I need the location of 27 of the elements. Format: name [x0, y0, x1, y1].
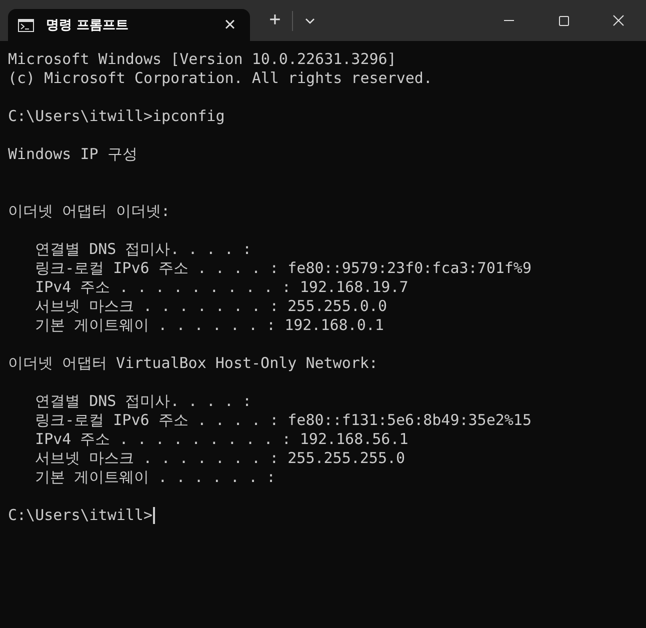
console-line: 링크-로컬 IPv6 주소 . . . . : fe80::9579:23f0:fca3:701f%9: [34, 259, 532, 278]
console-line: 기본 게이트웨이 . . . . . . :: [34, 468, 277, 487]
command-prompt: C:\Users\itwill>: [8, 506, 152, 525]
console-line: Microsoft Windows [Version 10.0.22631.3296]: [8, 50, 398, 69]
tab-title: 명령 프롬프트: [46, 17, 130, 34]
close-tab-button[interactable]: ×: [218, 13, 242, 37]
console-line: 연결별 DNS 접미사. . . . :: [34, 240, 253, 259]
terminal-tab[interactable]: 명령 프롬프트 ×: [8, 9, 250, 41]
new-tab-button[interactable]: +: [258, 4, 292, 36]
maximize-icon: [558, 16, 568, 26]
console-line: 링크-로컬 IPv6 주소 . . . . : fe80::f131:5e6:8b49:35e2%15: [34, 411, 532, 430]
console-line: IPv4 주소 . . . . . . . . . : 192.168.56.1: [34, 430, 410, 449]
console-line: Windows IP 구성: [8, 145, 138, 164]
console-line: C:\Users\itwill>ipconfig: [8, 107, 226, 126]
console-line: 기본 게이트웨이 . . . . . . : 192.168.0.1: [34, 316, 385, 335]
text-cursor: [152, 507, 154, 524]
console-line: IPv4 주소 . . . . . . . . . : 192.168.19.7: [34, 278, 410, 297]
chevron-down-icon: [305, 18, 315, 24]
console-line: 이더넷 어댑터 VirtualBox Host-Only Network:: [8, 354, 379, 373]
console-icon: [18, 18, 34, 32]
console-line: 연결별 DNS 접미사. . . . :: [34, 392, 253, 411]
console-line: 서브넷 마스크 . . . . . . . : 255.255.255.0: [34, 449, 406, 468]
console-line: 서브넷 마스크 . . . . . . . : 255.255.0.0: [34, 297, 388, 316]
console-line: 이더넷 어댑터 이더넷:: [8, 202, 172, 221]
minimize-icon: [504, 20, 514, 21]
close-icon: [613, 15, 624, 26]
console-line: (c) Microsoft Corporation. All rights reserved.: [8, 69, 434, 88]
